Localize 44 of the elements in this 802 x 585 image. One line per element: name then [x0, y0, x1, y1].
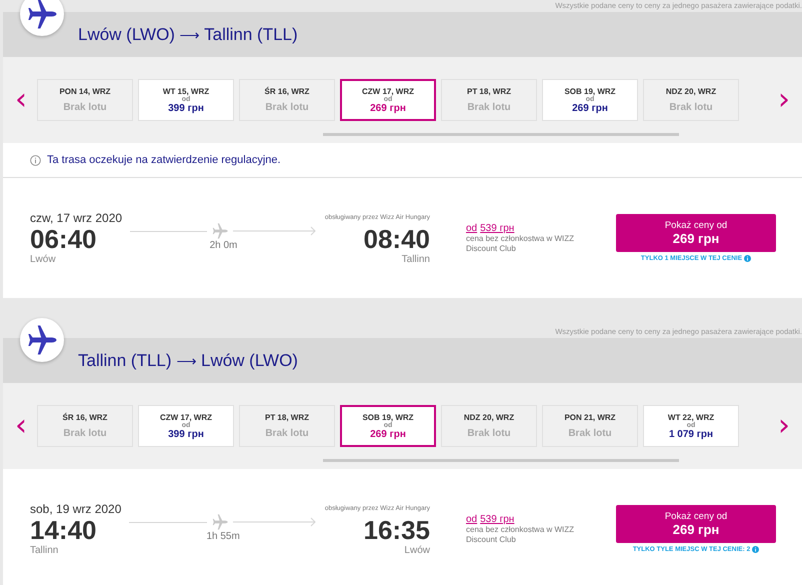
date-card[interactable]: PON 21, WRZ Brak lotu: [542, 405, 638, 447]
arrival-time: 08:40: [364, 224, 430, 254]
show-prices-button[interactable]: Pokaż ceny od 269 грн: [616, 214, 776, 252]
flight-duration: 2h 0m: [210, 240, 238, 252]
info-icon: [744, 255, 752, 262]
flight-duration: 1h 55m: [206, 531, 240, 542]
scrollbar[interactable]: [323, 133, 679, 136]
od-link[interactable]: od: [466, 514, 478, 525]
notice-text: Ta trasa oczekuje na zatwierdzenie regulacyjne.: [47, 154, 281, 166]
departure-time: 06:40: [30, 224, 98, 254]
next-button[interactable]: ›: [774, 411, 794, 441]
route-arrow-icon: [232, 517, 317, 528]
departure-city: Lwów: [30, 254, 57, 266]
date-card[interactable]: PT 18, WRZ Brak lotu: [239, 405, 335, 447]
info-icon: [752, 546, 760, 553]
date-card[interactable]: NDZ 20, WRZ Brak lotu: [643, 79, 739, 121]
flight-date: czw, 17 wrz 2020: [30, 210, 122, 225]
date-card[interactable]: ŚR 16, WRZ Brak lotu: [239, 79, 335, 121]
date-card[interactable]: ŚR 16, WRZ Brak lotu: [37, 405, 133, 447]
route-arrow-icon: [232, 226, 317, 236]
arrival-city: Lwów: [404, 545, 430, 556]
membership-note: cena bez członkostwa w WIZZ Discount Club: [466, 524, 576, 544]
arrival-city: Tallinn: [402, 254, 430, 266]
departure-city: Tallinn: [30, 545, 60, 556]
date-card[interactable]: PT 18, WRZ Brak lotu: [441, 79, 537, 121]
airplane-icon: [210, 513, 229, 532]
route-title: Tallinn (TLL) ⟶ Lwów (LWO): [78, 350, 298, 370]
date-card[interactable]: NDZ 20, WRZ Brak lotu: [441, 405, 537, 447]
flight-date: sob, 19 wrz 2020: [30, 502, 122, 516]
next-button[interactable]: ›: [774, 85, 794, 115]
previous-button[interactable]: ‹: [11, 85, 31, 115]
show-prices-button[interactable]: Pokaż ceny od 269 грн: [616, 505, 776, 543]
airplane-icon: [210, 222, 229, 240]
info-icon: [30, 154, 41, 166]
departure-time: 14:40: [30, 516, 98, 546]
date-card[interactable]: PON 14, WRZ Brak lotu: [37, 79, 133, 121]
scrollbar[interactable]: [323, 459, 679, 462]
membership-note: cena bez członkostwa w WIZZ Discount Club: [466, 234, 576, 254]
previous-button[interactable]: ‹: [11, 411, 31, 441]
route-title: Lwów (LWO) ⟶ Tallinn (TLL): [78, 24, 298, 44]
regular-price-link[interactable]: 539 грн: [480, 222, 514, 234]
od-link[interactable]: od: [466, 222, 478, 234]
regular-price-link[interactable]: 539 грн: [480, 514, 514, 525]
arrival-time: 16:35: [364, 516, 430, 546]
